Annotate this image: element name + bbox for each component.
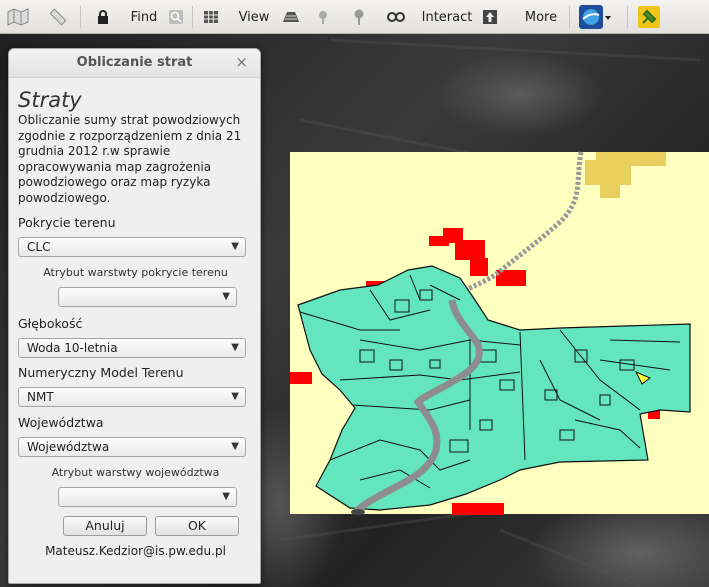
ok-button[interactable]: OK bbox=[155, 516, 239, 536]
interact-menu[interactable]: Interact bbox=[420, 0, 474, 34]
export-icon[interactable] bbox=[480, 0, 500, 34]
lock-icon[interactable] bbox=[93, 0, 113, 34]
find-label: Find bbox=[130, 9, 158, 25]
view-menu[interactable]: View bbox=[236, 0, 272, 34]
land-cover-label: Pokrycie terenu bbox=[18, 215, 116, 230]
more-label: More bbox=[524, 9, 558, 25]
loss-calculation-dialog: Obliczanie strat × Straty Obliczanie sum… bbox=[8, 48, 261, 584]
layers-icon[interactable] bbox=[280, 0, 302, 34]
globe-icon[interactable] bbox=[576, 0, 614, 34]
voivodeship-select[interactable]: Województwa ▼ bbox=[18, 437, 246, 457]
dem-select[interactable]: NMT ▼ bbox=[18, 387, 246, 407]
map-icon[interactable] bbox=[4, 0, 32, 34]
land-cover-select[interactable]: CLC ▼ bbox=[18, 237, 246, 257]
voivodeship-label: Województwa bbox=[18, 415, 104, 430]
chevron-down-icon: ▼ bbox=[231, 342, 239, 353]
dem-value: NMT bbox=[27, 390, 54, 404]
voivodeship-value: Województwa bbox=[27, 440, 110, 454]
close-icon[interactable]: × bbox=[235, 53, 248, 71]
chevron-down-icon: ▼ bbox=[222, 491, 230, 502]
voivodeship-attr-label: Atrybut warstwy województwa bbox=[51, 466, 220, 479]
plugin-icon[interactable] bbox=[636, 0, 662, 34]
land-cover-attr-select[interactable]: ▼ bbox=[58, 287, 237, 307]
link-icon[interactable] bbox=[385, 0, 407, 34]
author-email: Mateusz.Kedzior@is.pw.edu.pl bbox=[45, 544, 226, 558]
find-menu[interactable]: Find bbox=[126, 0, 162, 34]
depth-value: Woda 10-letnia bbox=[27, 341, 118, 355]
grid-icon[interactable] bbox=[201, 0, 221, 34]
depth-select[interactable]: Woda 10-letnia ▼ bbox=[18, 338, 246, 358]
cancel-button[interactable]: Anuluj bbox=[63, 516, 147, 536]
main-toolbar: Find View Interact More bbox=[0, 0, 709, 34]
dialog-description: Obliczanie sumy strat powodziowych zgodn… bbox=[18, 113, 242, 205]
voivodeship-attr-select[interactable]: ▼ bbox=[58, 487, 237, 507]
cancel-label: Anuluj bbox=[85, 518, 125, 533]
ruler-icon[interactable] bbox=[44, 0, 72, 34]
search-icon[interactable] bbox=[166, 0, 186, 34]
pin-icon[interactable] bbox=[350, 0, 368, 34]
chevron-down-icon: ▼ bbox=[222, 291, 230, 302]
chevron-down-icon: ▼ bbox=[231, 391, 239, 402]
depth-label: Głębokość bbox=[18, 316, 83, 331]
land-cover-attr-label: Atrybut warstwty pokrycie terenu bbox=[43, 266, 228, 279]
dialog-title: Obliczanie strat bbox=[9, 49, 260, 78]
pin-small-icon[interactable] bbox=[314, 0, 332, 34]
dialog-heading: Straty bbox=[18, 88, 82, 112]
interact-label: Interact bbox=[421, 9, 473, 25]
land-cover-value: CLC bbox=[27, 240, 51, 254]
dem-label: Numeryczny Model Terenu bbox=[18, 365, 184, 380]
ok-label: OK bbox=[187, 518, 207, 533]
chevron-down-icon: ▼ bbox=[231, 241, 239, 252]
more-menu[interactable]: More bbox=[522, 0, 560, 34]
view-label: View bbox=[238, 9, 270, 25]
chevron-down-icon: ▼ bbox=[231, 441, 239, 452]
